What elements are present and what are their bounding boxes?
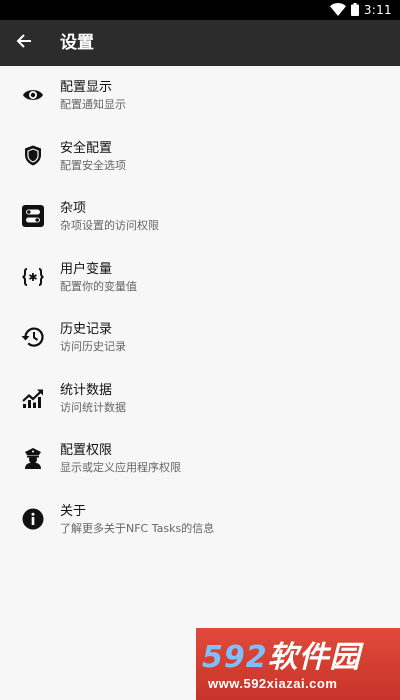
status-icons: 3:11	[329, 1, 392, 20]
watermark-logo: 592软件园	[202, 632, 361, 676]
variable-icon	[21, 265, 45, 289]
settings-item-subtitle: 访问统计数据	[60, 400, 126, 414]
police-icon	[21, 446, 45, 470]
settings-item-subtitle: 配置安全选项	[60, 158, 126, 172]
settings-item-title: 统计数据	[60, 382, 113, 398]
history-icon	[21, 325, 45, 349]
eye-icon	[21, 83, 45, 107]
settings-item-title: 历史记录	[60, 322, 113, 337]
settings-item-display[interactable]: 配置显示 配置通知显示	[0, 66, 400, 127]
stats-icon	[21, 386, 45, 410]
page-title: 设置	[60, 33, 94, 53]
back-button[interactable]	[10, 29, 38, 57]
settings-item-stats[interactable]: 统计数据 访问统计数据	[0, 369, 400, 430]
shield-icon	[21, 144, 45, 168]
settings-item-subtitle: 杂项设置的访问权限	[60, 219, 159, 232]
settings-item-title: 用户变量	[60, 261, 113, 277]
arrow-left-icon	[16, 33, 32, 53]
settings-item-subtitle: 了解更多关于NFC Tasks的信息	[60, 521, 215, 535]
settings-item-subtitle: 配置你的变量值	[60, 279, 137, 293]
settings-item-security[interactable]: 安全配置 配置安全选项	[0, 127, 400, 188]
settings-item-title: 安全配置	[60, 140, 113, 156]
settings-item-about[interactable]: 关于 了解更多关于NFC Tasks的信息	[0, 490, 400, 551]
settings-item-variables[interactable]: 用户变量 配置你的变量值	[0, 248, 400, 309]
watermark: 592软件园 www.592xiazai.com	[196, 628, 400, 700]
settings-item-title: 杂项	[60, 201, 87, 216]
status-bar: 3:11	[0, 0, 400, 20]
settings-item-misc[interactable]: 杂项 杂项设置的访问权限	[0, 187, 400, 248]
settings-list: 配置显示 配置通知显示 安全配置 配置安全选项 杂项 杂项设置的访问权限 用户变…	[0, 66, 400, 550]
settings-item-history[interactable]: 历史记录 访问历史记录	[0, 308, 400, 369]
watermark-text: 软件园	[267, 640, 361, 675]
settings-item-subtitle: 访问历史记录	[60, 340, 126, 353]
settings-item-title: 关于	[60, 503, 87, 519]
toggles-icon	[21, 204, 45, 228]
info-icon	[21, 507, 45, 531]
settings-item-title: 配置权限	[60, 443, 113, 458]
settings-item-subtitle: 配置通知显示	[60, 98, 126, 111]
battery-icon	[350, 1, 359, 20]
settings-item-permissions[interactable]: 配置权限 显示或定义应用程序权限	[0, 429, 400, 490]
status-time: 3:11	[363, 3, 392, 17]
watermark-url: www.592xiazai.com	[208, 676, 338, 691]
settings-item-subtitle: 显示或定义应用程序权限	[60, 461, 181, 474]
wifi-icon	[329, 1, 346, 20]
watermark-digits: 592	[202, 640, 268, 675]
settings-item-title: 配置显示	[60, 80, 113, 95]
app-bar: 设置	[0, 20, 400, 66]
